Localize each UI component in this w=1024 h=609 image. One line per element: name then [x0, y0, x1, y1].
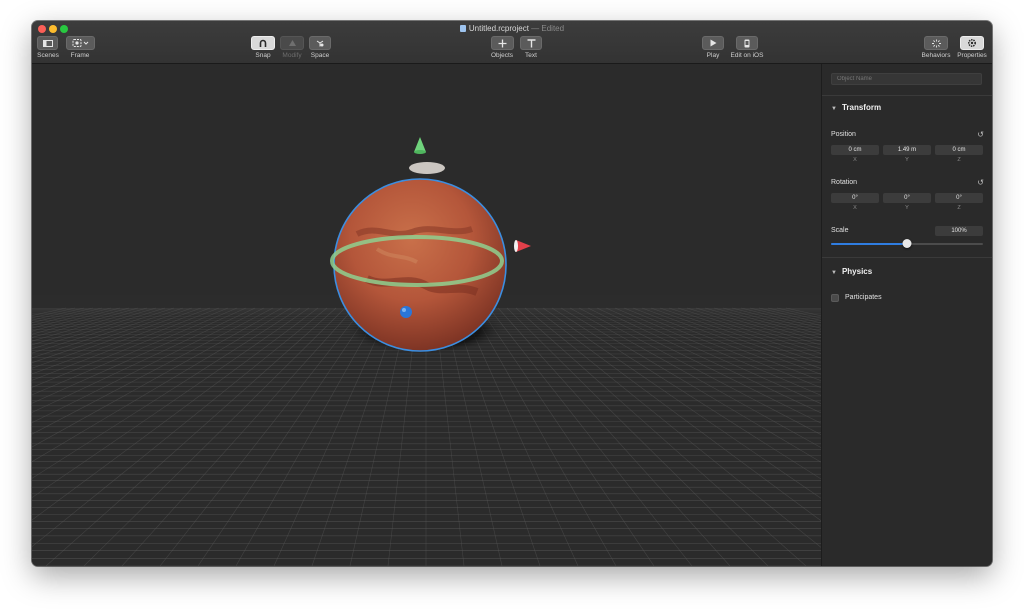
- behaviors-button[interactable]: [924, 36, 948, 50]
- position-y-field[interactable]: 1.49 m: [883, 145, 931, 155]
- space-button[interactable]: [309, 36, 331, 50]
- properties-label: Properties: [957, 52, 987, 59]
- scene-viewport[interactable]: [32, 64, 821, 566]
- text-label: Text: [525, 52, 537, 59]
- text-button[interactable]: [520, 36, 542, 50]
- space-label: Space: [310, 52, 330, 59]
- rotation-label: Rotation: [831, 179, 858, 186]
- modify-icon: [288, 40, 296, 46]
- gear-icon: [967, 38, 977, 48]
- frame-button[interactable]: [66, 36, 95, 50]
- divider: [822, 257, 992, 258]
- window-title: Untitled.rcproject — Edited: [32, 24, 992, 33]
- play-button[interactable]: [702, 36, 724, 50]
- edited-status: — Edited: [531, 24, 565, 33]
- scale-value-field[interactable]: 100%: [935, 226, 983, 236]
- transform-title: Transform: [841, 103, 882, 112]
- scale-slider-knob[interactable]: [902, 239, 912, 248]
- scale-slider[interactable]: [831, 239, 983, 248]
- reset-position-icon[interactable]: ↺: [977, 130, 984, 139]
- sidebar-icon: [42, 39, 53, 47]
- scale-label: Scale: [831, 227, 849, 234]
- z-axis-gizmo[interactable]: [400, 306, 412, 318]
- edit-on-ios-label: Edit on iOS: [730, 52, 764, 59]
- toolbar: Untitled.rcproject — Edited Scenes Frame…: [32, 21, 992, 64]
- planet-surface-feature: [355, 226, 473, 237]
- text-icon: [527, 38, 535, 47]
- rotation-z-field[interactable]: 0°: [935, 193, 983, 203]
- participates-label: Participates: [845, 294, 882, 301]
- rotation-y-field[interactable]: 0°: [883, 193, 931, 203]
- axis-y-label: Y: [905, 205, 909, 211]
- sparkle-icon: [931, 39, 941, 47]
- edit-on-ios-button[interactable]: [736, 36, 758, 50]
- magnet-icon: [259, 39, 267, 47]
- rotation-x-field[interactable]: 0°: [831, 193, 879, 203]
- snap-button[interactable]: [251, 36, 275, 50]
- space-icon: [316, 40, 324, 47]
- axis-x-label: X: [853, 157, 857, 163]
- phone-icon: [744, 39, 750, 47]
- play-icon: [710, 39, 717, 47]
- app-window: Untitled.rcproject — Edited Scenes Frame…: [32, 21, 992, 566]
- position-label: Position: [831, 131, 856, 138]
- plus-icon: [498, 39, 507, 47]
- position-z-field[interactable]: 0 cm: [935, 145, 983, 155]
- divider: [822, 95, 992, 96]
- participates-checkbox[interactable]: [831, 294, 839, 302]
- modify-label: Modify: [282, 52, 302, 59]
- reset-rotation-icon[interactable]: ↺: [977, 178, 984, 187]
- axis-z-label: Z: [957, 157, 961, 163]
- transform-section-header[interactable]: ▼ Transform: [831, 103, 881, 112]
- snap-label: Snap: [255, 52, 271, 59]
- planet-sphere: [334, 179, 506, 351]
- frame-label: Frame: [70, 52, 90, 59]
- planet-polar-cap: [409, 162, 445, 174]
- scenes-label: Scenes: [37, 52, 59, 59]
- scenes-button[interactable]: [37, 36, 58, 50]
- scale-slider-fill: [831, 243, 907, 245]
- window-title-text: Untitled.rcproject: [468, 24, 529, 33]
- position-x-field[interactable]: 0 cm: [831, 145, 879, 155]
- disclosure-triangle-icon: ▼: [831, 106, 837, 112]
- physics-section-header[interactable]: ▼ Physics: [831, 267, 872, 276]
- objects-label: Objects: [490, 52, 514, 59]
- axis-z-label: Z: [957, 205, 961, 211]
- properties-button[interactable]: [960, 36, 984, 50]
- document-icon: [459, 25, 466, 32]
- objects-button[interactable]: [491, 36, 514, 50]
- physics-title: Physics: [841, 267, 873, 276]
- modify-button[interactable]: [280, 36, 304, 50]
- axis-x-label: X: [853, 205, 857, 211]
- object-name-field[interactable]: [831, 73, 982, 85]
- frame-icon: [72, 39, 88, 47]
- play-label: Play: [706, 52, 720, 59]
- inspector-panel: ▼ Transform Position ↺ 0 cm 1.49 m 0 cm X…: [821, 64, 992, 566]
- disclosure-triangle-icon: ▼: [831, 270, 837, 276]
- behaviors-label: Behaviors: [921, 52, 951, 59]
- scene-canvas: [32, 64, 821, 566]
- axis-y-label: Y: [905, 157, 909, 163]
